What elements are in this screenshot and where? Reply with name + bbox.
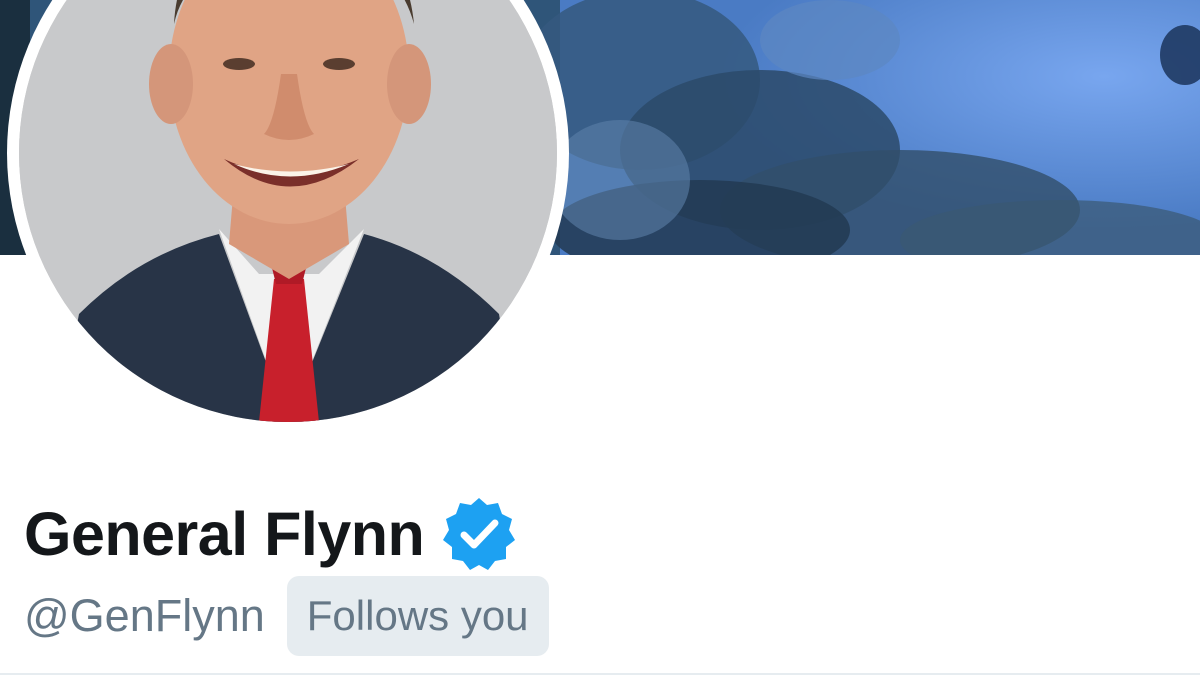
follows-you-badge: Follows you xyxy=(286,576,549,656)
username-handle: @GenFlynn xyxy=(24,590,265,641)
handle-row: @GenFlynn Follows you xyxy=(24,576,549,656)
avatar-photo xyxy=(19,0,557,422)
display-name-row: General Flynn xyxy=(24,492,518,576)
display-name: General Flynn xyxy=(24,500,425,568)
verified-badge-icon xyxy=(440,495,518,573)
avatar[interactable] xyxy=(7,0,569,434)
profile-photo-icon xyxy=(19,0,557,422)
profile-header: General Flynn @GenFlynn Follows you xyxy=(0,0,1200,675)
